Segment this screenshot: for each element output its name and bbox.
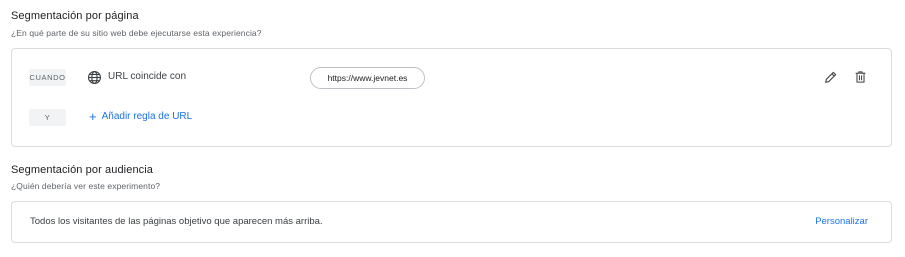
add-url-rule-label: Añadir regla de URL [101, 111, 193, 122]
audience-segmentation-title: Segmentación por audiencia [11, 164, 154, 176]
pencil-icon[interactable] [823, 69, 839, 85]
audience-segmentation-subtitle: ¿Quién debería ver este experimento? [11, 181, 161, 191]
targeting-panel: Segmentación por página ¿En qué parte de… [0, 0, 905, 257]
audience-card: Todos los visitantes de las páginas obje… [11, 201, 892, 243]
page-rules-card: CUANDO URL coincide con https://www.jevn… [11, 48, 892, 147]
when-chip: CUANDO [29, 69, 66, 86]
trash-icon[interactable] [852, 69, 868, 85]
audience-description: Todos los visitantes de las páginas obje… [30, 216, 323, 227]
add-url-rule-button[interactable]: + Añadir regla de URL [89, 110, 192, 123]
page-segmentation-subtitle: ¿En qué parte de su sitio web debe ejecu… [11, 28, 262, 38]
url-value-pill[interactable]: https://www.jevnet.es [310, 67, 425, 89]
condition-label: URL coincide con [108, 71, 187, 82]
globe-icon [86, 69, 102, 85]
page-segmentation-title: Segmentación por página [11, 10, 139, 22]
customize-button[interactable]: Personalizar [815, 216, 868, 227]
plus-icon: + [89, 109, 97, 124]
and-chip: Y [29, 109, 66, 126]
